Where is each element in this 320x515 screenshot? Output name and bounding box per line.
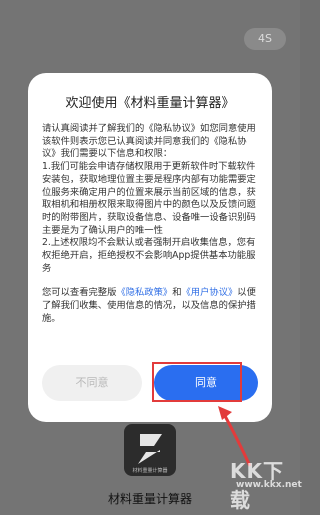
watermark-url: www.kkx.net [236,480,302,490]
app-icon-caption: 材料重量计算器 [132,468,168,474]
intro-paragraph: 请认真阅读并了解我们的《隐私协议》如您同意使用该软件则表示您已认真阅读并同意我们… [42,123,256,160]
dialog-title: 欢迎使用《材料重量计算器》 [65,96,235,111]
optional-permissions-paragraph: 2.上述权限均不会默认或者强制开启收集信息，您有权拒绝开启，拒绝授权不会影响Ap… [42,237,256,274]
user-agreement-link[interactable]: 《用户协议》 [182,287,238,298]
corner-badge: 4S [244,28,286,50]
policy-links-paragraph: 您可以查看完整版《隐私政策》和《用户协议》以便了解我们收集、使用信息的情况，以及… [42,287,258,325]
app-logo-icon[interactable]: 材料重量计算器 [124,424,176,476]
privacy-policy-link[interactable]: 《隐私政策》 [116,287,172,298]
policy-text-and: 和 [172,287,182,299]
decline-button[interactable]: 不同意 [42,365,142,401]
dialog-body: 请认真阅读并了解我们的《隐私协议》如您同意使用该软件则表示您已认真阅读并同意我们… [42,123,258,326]
accept-highlight-box [152,362,242,402]
permissions-paragraph: 1.我们可能会申请存储权限用于更新软件时下载软件安装包，获取地理位置主要是程序内… [42,161,256,236]
policy-text-prefix: 您可以查看完整版 [42,287,117,299]
